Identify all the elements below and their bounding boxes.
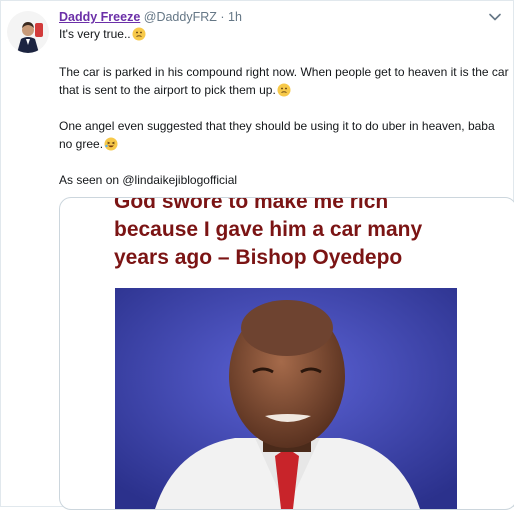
- avatar[interactable]: [7, 11, 49, 53]
- tweet-header: Daddy Freeze @DaddyFRZ · 1h: [59, 10, 242, 24]
- tweet-text-line1: It's very true..: [59, 25, 509, 46]
- display-name[interactable]: Daddy Freeze: [59, 10, 140, 24]
- handle[interactable]: @DaddyFRZ: [144, 10, 217, 24]
- timestamp[interactable]: 1h: [228, 10, 242, 24]
- thinking-face-emoji: [277, 83, 291, 102]
- thinking-face-emoji: [132, 27, 146, 46]
- avatar-image: [7, 11, 49, 53]
- bishop-photo[interactable]: [115, 288, 457, 509]
- tweet-para2-text: One angel even suggested that they shoul…: [59, 119, 495, 151]
- tweet-line1-text: It's very true..: [59, 27, 131, 41]
- headline-line-3: years ago – Bishop Oyedepo: [114, 246, 403, 269]
- headline-line-1: God swore to make me rich: [114, 197, 389, 213]
- tweet-paragraph-3: As seen on @lindaikejiblogofficial: [59, 171, 509, 189]
- media-card[interactable]: God swore to make me rich because I gave…: [59, 197, 514, 510]
- tweet-container: Daddy Freeze @DaddyFRZ · 1h It's very tr…: [0, 0, 514, 510]
- headline-line-2: because I gave him a car many: [114, 218, 423, 241]
- chevron-down-icon[interactable]: [487, 9, 503, 25]
- tweet-paragraph-1: The car is parked in his compound right …: [59, 63, 509, 102]
- separator-dot: ·: [220, 10, 225, 24]
- tweet-para3-text: As seen on @lindaikejiblogofficial: [59, 173, 238, 187]
- rolling-laughing-emoji: [104, 137, 118, 156]
- card-headline: God swore to make me rich because I gave…: [114, 197, 474, 272]
- tweet-paragraph-2: One angel even suggested that they shoul…: [59, 117, 509, 156]
